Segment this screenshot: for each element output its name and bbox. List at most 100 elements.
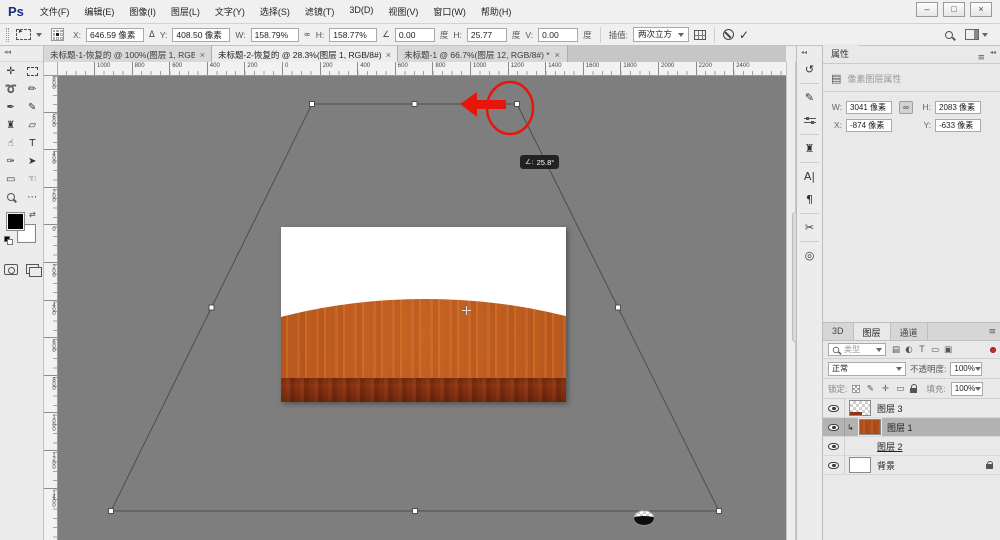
layer-thumbnail[interactable]	[859, 419, 881, 435]
layer-visibility-toggle[interactable]	[823, 418, 845, 436]
tab-3d[interactable]: 3D	[823, 323, 854, 340]
screen-mode-button[interactable]	[22, 260, 44, 278]
toolbar-collapse-arrows-icon[interactable]: ◂◂	[0, 46, 43, 62]
panel-menu-icon[interactable]: ≡	[977, 53, 984, 63]
menu-item[interactable]: 图层(L)	[171, 5, 200, 18]
lock-transparent-pixels-icon[interactable]	[852, 385, 860, 393]
transform-handle-top-left[interactable]	[310, 102, 315, 107]
transform-handle-middle-left[interactable]	[209, 305, 214, 310]
opacity-dropdown[interactable]: 100%	[950, 362, 982, 376]
maximize-button[interactable]: □	[943, 2, 965, 17]
close-button[interactable]: ×	[970, 2, 992, 17]
canvas-area[interactable]: ∠: 25.8°	[58, 76, 786, 540]
menu-item[interactable]: 帮助(H)	[481, 5, 512, 18]
layer-visibility-toggle[interactable]	[823, 399, 845, 417]
type-tool[interactable]: T	[22, 134, 44, 152]
adjustments-panel-icon[interactable]	[797, 109, 822, 132]
swap-colors-icon[interactable]: ⇄	[29, 210, 36, 219]
layer-name[interactable]: 图层 3	[877, 402, 903, 415]
rectangular-marquee-tool[interactable]	[22, 62, 44, 80]
menu-item[interactable]: 文件(F)	[40, 5, 70, 18]
reference-point-locator[interactable]	[51, 28, 64, 41]
tab-close-icon[interactable]: ×	[386, 50, 391, 60]
menu-item[interactable]: 滤镜(T)	[305, 5, 335, 18]
transform-handle-top-right[interactable]	[515, 102, 520, 107]
tab-close-icon[interactable]: ×	[200, 50, 205, 60]
layer-visibility-toggle[interactable]	[823, 437, 845, 455]
menu-item[interactable]: 3D(D)	[349, 5, 373, 18]
filter-adjustment-layers-icon[interactable]: ◐	[903, 345, 915, 355]
clone-source-panel-icon[interactable]: ♜	[797, 137, 822, 160]
layer-visibility-toggle[interactable]	[823, 456, 845, 474]
edit-toolbar[interactable]: ⋯	[22, 188, 44, 206]
tool-preset-caret-icon[interactable]	[36, 33, 42, 37]
transform-handle-bottom-right[interactable]	[717, 509, 722, 514]
y-position-field[interactable]: 408.50 像素	[172, 28, 230, 42]
menu-item[interactable]: 文字(Y)	[215, 5, 245, 18]
prop-width-field[interactable]: 3041 像素	[846, 101, 892, 114]
tool-presets-panel-icon[interactable]: ✂	[797, 216, 822, 239]
rotate-field[interactable]: 0.00	[395, 28, 435, 42]
canvas-vertical-scrollbar[interactable]	[786, 62, 796, 540]
lock-position-icon[interactable]: ✛	[880, 384, 890, 394]
path-selection-tool[interactable]: ➤	[22, 152, 44, 170]
history-panel-icon[interactable]: ↺	[797, 58, 822, 81]
layer-row[interactable]: ↳图层 1	[823, 418, 1000, 437]
menu-item[interactable]: 视图(V)	[388, 5, 418, 18]
shape-tool[interactable]: ▭	[0, 170, 22, 188]
prop-x-field[interactable]: -874 像素	[846, 119, 892, 132]
prop-y-field[interactable]: -633 像素	[935, 119, 981, 132]
paragraph-panel-icon[interactable]: ¶	[797, 188, 822, 211]
eraser-tool[interactable]: ▱	[22, 116, 44, 134]
character-panel-icon[interactable]: A|	[797, 165, 822, 188]
x-position-field[interactable]: 646.59 像素	[86, 28, 144, 42]
transform-handle-bottom-left[interactable]	[109, 509, 114, 514]
maintain-aspect-ratio-icon[interactable]: ∞	[304, 30, 311, 40]
default-colors-icon[interactable]	[4, 236, 13, 245]
commit-transform-icon[interactable]: ✓	[739, 28, 749, 42]
filter-pixel-layers-icon[interactable]: ▤	[890, 345, 902, 355]
quick-selection-tool[interactable]: ✏	[22, 80, 44, 98]
h-skew-field[interactable]: 25.77	[467, 28, 507, 42]
menu-item[interactable]: 编辑(E)	[84, 5, 114, 18]
options-bar-grip[interactable]	[6, 28, 9, 42]
workspace-icon[interactable]	[965, 29, 979, 40]
smudge-tool[interactable]: ☝	[0, 134, 22, 152]
expand-panels-arrows-icon[interactable]: ◂◂	[797, 46, 822, 58]
layer-row[interactable]: 图层 2	[823, 437, 1000, 456]
layer-thumbnail[interactable]	[633, 510, 655, 526]
layer-row[interactable]: 图层 3	[823, 399, 1000, 418]
layer-name[interactable]: 背景	[877, 459, 895, 472]
layer-name[interactable]: 图层 1	[887, 421, 913, 434]
interpolation-dropdown[interactable]: 两次立方	[633, 27, 689, 42]
relative-position-icon[interactable]: Δ	[149, 30, 155, 40]
width-field[interactable]: 158.79%	[251, 28, 299, 42]
layer-thumbnail[interactable]	[849, 400, 871, 416]
lock-image-pixels-icon[interactable]: ✎	[865, 384, 875, 394]
fill-dropdown[interactable]: 100%	[951, 382, 983, 396]
layer-filter-dropdown[interactable]: 类型	[828, 343, 886, 356]
pen-tool[interactable]: ✑	[0, 152, 22, 170]
transform-handle-middle-right[interactable]	[616, 305, 621, 310]
cancel-transform-icon[interactable]	[723, 29, 734, 40]
prop-height-field[interactable]: 2083 像素	[935, 101, 981, 114]
quick-mask-button[interactable]	[0, 260, 22, 278]
menu-item[interactable]: 窗口(W)	[433, 5, 466, 18]
zoom-tool[interactable]	[0, 188, 22, 206]
clone-stamp-tool[interactable]: ♜	[0, 116, 22, 134]
hand-tool[interactable]: ☜	[22, 170, 44, 188]
height-field[interactable]: 158.77%	[329, 28, 377, 42]
eyedropper-tool[interactable]: ✒	[0, 98, 22, 116]
layer-row[interactable]: 背景	[823, 456, 1000, 475]
lock-artboard-icon[interactable]: ▭	[895, 384, 905, 394]
creative-cloud-panel-icon[interactable]: ◎	[797, 244, 822, 267]
blend-mode-dropdown[interactable]: 正常	[828, 362, 906, 376]
foreground-color-swatch[interactable]	[7, 213, 24, 230]
search-icon[interactable]	[945, 31, 953, 39]
v-skew-field[interactable]: 0.00	[538, 28, 578, 42]
filter-shape-layers-icon[interactable]: ▭	[929, 345, 941, 355]
move-tool[interactable]: ✛	[0, 62, 22, 80]
tab-layers[interactable]: 图层	[854, 323, 891, 340]
menu-item[interactable]: 图像(I)	[129, 5, 156, 18]
tab-channels[interactable]: 通道	[891, 323, 928, 340]
